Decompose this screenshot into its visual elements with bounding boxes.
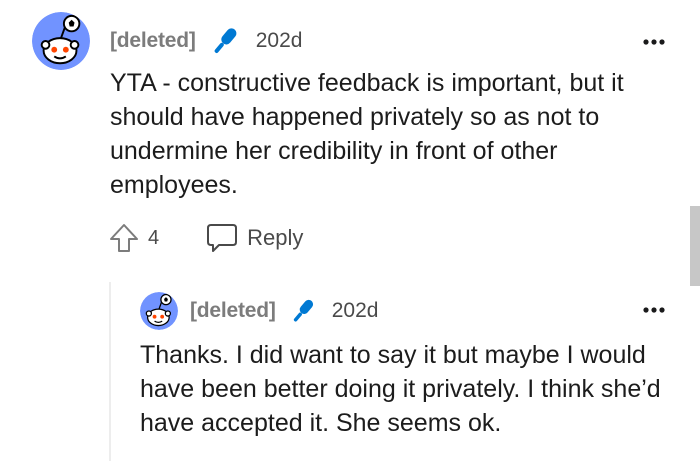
vote-count: 4 [148,226,160,249]
reply-label: Reply [247,225,304,250]
user-avatar[interactable] [32,12,90,70]
reply-body: Thanks. I did want to say it but maybe I… [140,341,661,437]
more-options-icon[interactable] [642,38,666,46]
reply-age: 202d [331,299,379,322]
comment-actions: 4 Reply [108,220,303,256]
thread-line[interactable] [109,282,111,461]
reply-button[interactable]: Reply [205,222,303,254]
microphone-icon [288,296,318,326]
speech-bubble-icon [205,222,239,254]
microphone-icon [208,24,242,58]
comment-age: 202d [255,29,303,52]
snoo-avatar-icon [140,292,178,330]
reply-user-avatar[interactable] [140,292,178,330]
comment-body: YTA - constructive feedback is important… [110,69,624,199]
reply-meta: [deleted] 202d [190,296,378,326]
upvote-arrow-icon[interactable] [108,222,140,254]
username[interactable]: [deleted] [110,29,196,53]
reply-more-options-icon[interactable] [642,306,666,314]
comment-meta: [deleted] 202d [110,26,302,56]
snoo-avatar-icon [32,12,90,70]
reply-username[interactable]: [deleted] [190,299,276,323]
comment-thread: [deleted] 202d YTA - constructive feedba… [0,0,700,461]
scrollbar-thumb[interactable] [690,206,700,286]
